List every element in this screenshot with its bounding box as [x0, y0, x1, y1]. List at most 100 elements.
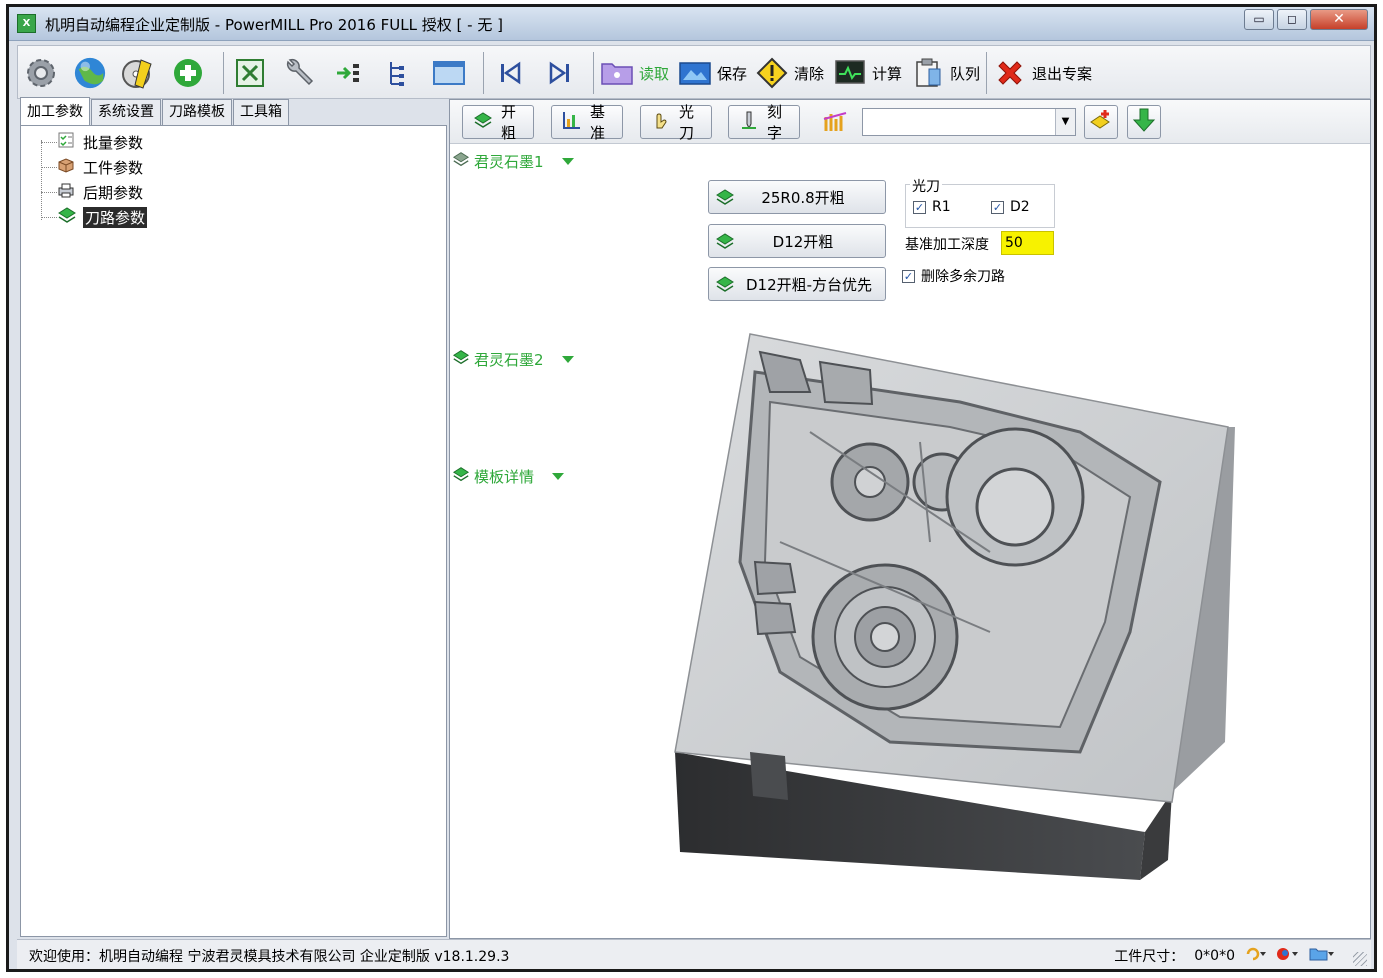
clear-button[interactable]: 清除 [755, 53, 824, 93]
window-title: 机明自动编程企业定制版 - PowerMILL Pro 2016 FULL 授权… [45, 16, 503, 34]
d2-checkbox[interactable]: ✓ D2 [991, 199, 1030, 215]
download-arrow-icon [1132, 107, 1156, 137]
finish-button[interactable]: 光刀 [640, 103, 712, 142]
first-button[interactable] [493, 53, 527, 93]
globe-button[interactable] [73, 53, 107, 93]
toolbar-separator [593, 52, 594, 94]
workpiece-box-icon [57, 156, 75, 178]
status-bar: 欢迎使用：机明自动编程 宁波君灵模具技术有限公司 企业定制版 v18.1.29.… [17, 939, 1371, 969]
read-button[interactable]: 读取 [600, 53, 669, 93]
save-button[interactable]: 保存 [678, 53, 747, 93]
add-template-button[interactable] [1084, 105, 1118, 139]
download-template-button[interactable] [1127, 105, 1161, 139]
app-icon: X [17, 14, 36, 33]
clipboard-queue-icon [911, 56, 945, 90]
tree-item-workpiece-params[interactable]: 工件参数 [57, 156, 145, 178]
tree-item-post-params[interactable]: 后期参数 [57, 181, 145, 203]
wrench-icon [282, 56, 316, 90]
delete-extra-checkbox[interactable]: ✓ 删除多余刀路 [902, 266, 1005, 286]
calc-button[interactable]: 计算 [833, 53, 902, 93]
last-button[interactable] [543, 53, 577, 93]
status-right: 工件尺寸： 0*0*0 [1114, 946, 1335, 966]
toolbar-separator [223, 52, 224, 94]
panel-button[interactable] [432, 53, 466, 93]
wrench-button[interactable] [282, 53, 316, 93]
depth-input[interactable]: 50 [1001, 231, 1054, 255]
right-panel: 开粗 基准 光刀 刻字 ▼ 君灵石墨1 25R0.8开粗 D12开粗 D12开粗… [449, 99, 1371, 939]
main-window: X 机明自动编程企业定制版 - PowerMILL Pro 2016 FULL … [6, 4, 1377, 972]
tab-toolbox[interactable]: 工具箱 [233, 99, 289, 125]
queue-button[interactable]: 队列 [911, 53, 980, 93]
close-button[interactable]: ✕ [1310, 9, 1368, 30]
warning-diamond-icon [755, 56, 789, 90]
insert-button[interactable] [332, 53, 366, 93]
calculator-monitor-icon [833, 56, 867, 90]
tab-toolpath-templates[interactable]: 刀路模板 [162, 99, 232, 125]
op-label: D12开粗 [772, 232, 834, 251]
rough-stack-icon [473, 110, 493, 134]
tree-line [41, 192, 57, 193]
template-combo[interactable]: ▼ [862, 108, 1076, 136]
finish-hand-icon [651, 110, 671, 134]
excel-button[interactable] [233, 53, 267, 93]
datum-button[interactable]: 基准 [551, 103, 623, 142]
toolpath-toolbar: 开粗 基准 光刀 刻字 ▼ [450, 100, 1370, 144]
tree-item-toolpath-params[interactable]: 刀路参数 [57, 206, 148, 228]
exit-project-button[interactable]: 退出专案 [993, 53, 1092, 93]
folder-dropdown[interactable] [1309, 947, 1335, 965]
left-tabs: 加工参数 系统设置 刀路模板 工具箱 [20, 97, 290, 125]
engrave-button[interactable]: 刻字 [728, 103, 800, 142]
datum-label: 基准 [590, 103, 606, 142]
op-25r08-rough-button[interactable]: 25R0.8开粗 [708, 180, 886, 214]
calc-label: 计算 [872, 64, 903, 83]
globe-icon [73, 56, 107, 90]
tree-structure-icon [382, 56, 416, 90]
maximize-button[interactable]: ◻ [1277, 9, 1307, 30]
tree-item-batch-params[interactable]: 批量参数 [57, 131, 145, 153]
rough-label: 开粗 [501, 103, 517, 142]
settings-button[interactable] [24, 53, 58, 93]
tab-machining-params[interactable]: 加工参数 [20, 97, 90, 125]
add-plus-icon [171, 56, 205, 90]
expand-triangle-icon [561, 157, 574, 165]
title-bar: X 机明自动编程企业定制版 - PowerMILL Pro 2016 FULL … [9, 7, 1374, 41]
resize-grip[interactable] [1353, 952, 1367, 966]
op-d12-rough-platform-button[interactable]: D12开粗-方台优先 [708, 267, 886, 301]
graphite-model-preview [674, 333, 1235, 880]
section-header-graphite1[interactable]: 君灵石墨1 [452, 150, 574, 172]
checkmark-icon: ✓ [902, 269, 915, 283]
queue-label: 队列 [950, 64, 981, 83]
finish-group-title: 光刀 [910, 176, 942, 196]
section-header-graphite2[interactable]: 君灵石墨2 [452, 348, 574, 370]
clear-label: 清除 [794, 64, 825, 83]
datum-chart-icon [562, 110, 582, 134]
undo-dropdown[interactable] [1245, 947, 1267, 965]
tree-line [41, 140, 42, 220]
save-disk-icon [678, 56, 712, 90]
settings-gear-icon [24, 56, 58, 90]
tree-button[interactable] [382, 53, 416, 93]
r1-checkbox[interactable]: ✓ R1 [913, 199, 951, 215]
expand-triangle-icon [561, 355, 574, 363]
rough-button[interactable]: 开粗 [462, 103, 534, 142]
add-template-icon [1089, 108, 1113, 136]
palette-dropdown[interactable] [1277, 947, 1299, 965]
tree-item-label: 刀路参数 [83, 206, 148, 228]
cd-tools-button[interactable] [121, 53, 155, 93]
op-label: D12开粗-方台优先 [745, 275, 873, 294]
tab-system-settings[interactable]: 系统设置 [91, 99, 161, 125]
section-label: 君灵石墨2 [474, 350, 544, 369]
op-d12-rough-button[interactable]: D12开粗 [708, 224, 886, 258]
chevron-down-icon[interactable]: ▼ [1055, 109, 1075, 135]
toolpath-stack-icon [715, 186, 737, 208]
tree-item-label: 批量参数 [83, 133, 144, 152]
workpiece-size-label: 工件尺寸： [1114, 949, 1185, 965]
cd-tools-icon [121, 56, 155, 90]
minimize-button[interactable]: ▭ [1244, 9, 1274, 30]
add-button[interactable] [171, 53, 205, 93]
toolpath-stack-icon [452, 150, 470, 172]
printer-icon [57, 181, 75, 203]
tool-set-icon [822, 109, 848, 139]
section-header-template-details[interactable]: 模板详情 [452, 465, 565, 487]
depth-label: 基准加工深度 [905, 237, 989, 253]
